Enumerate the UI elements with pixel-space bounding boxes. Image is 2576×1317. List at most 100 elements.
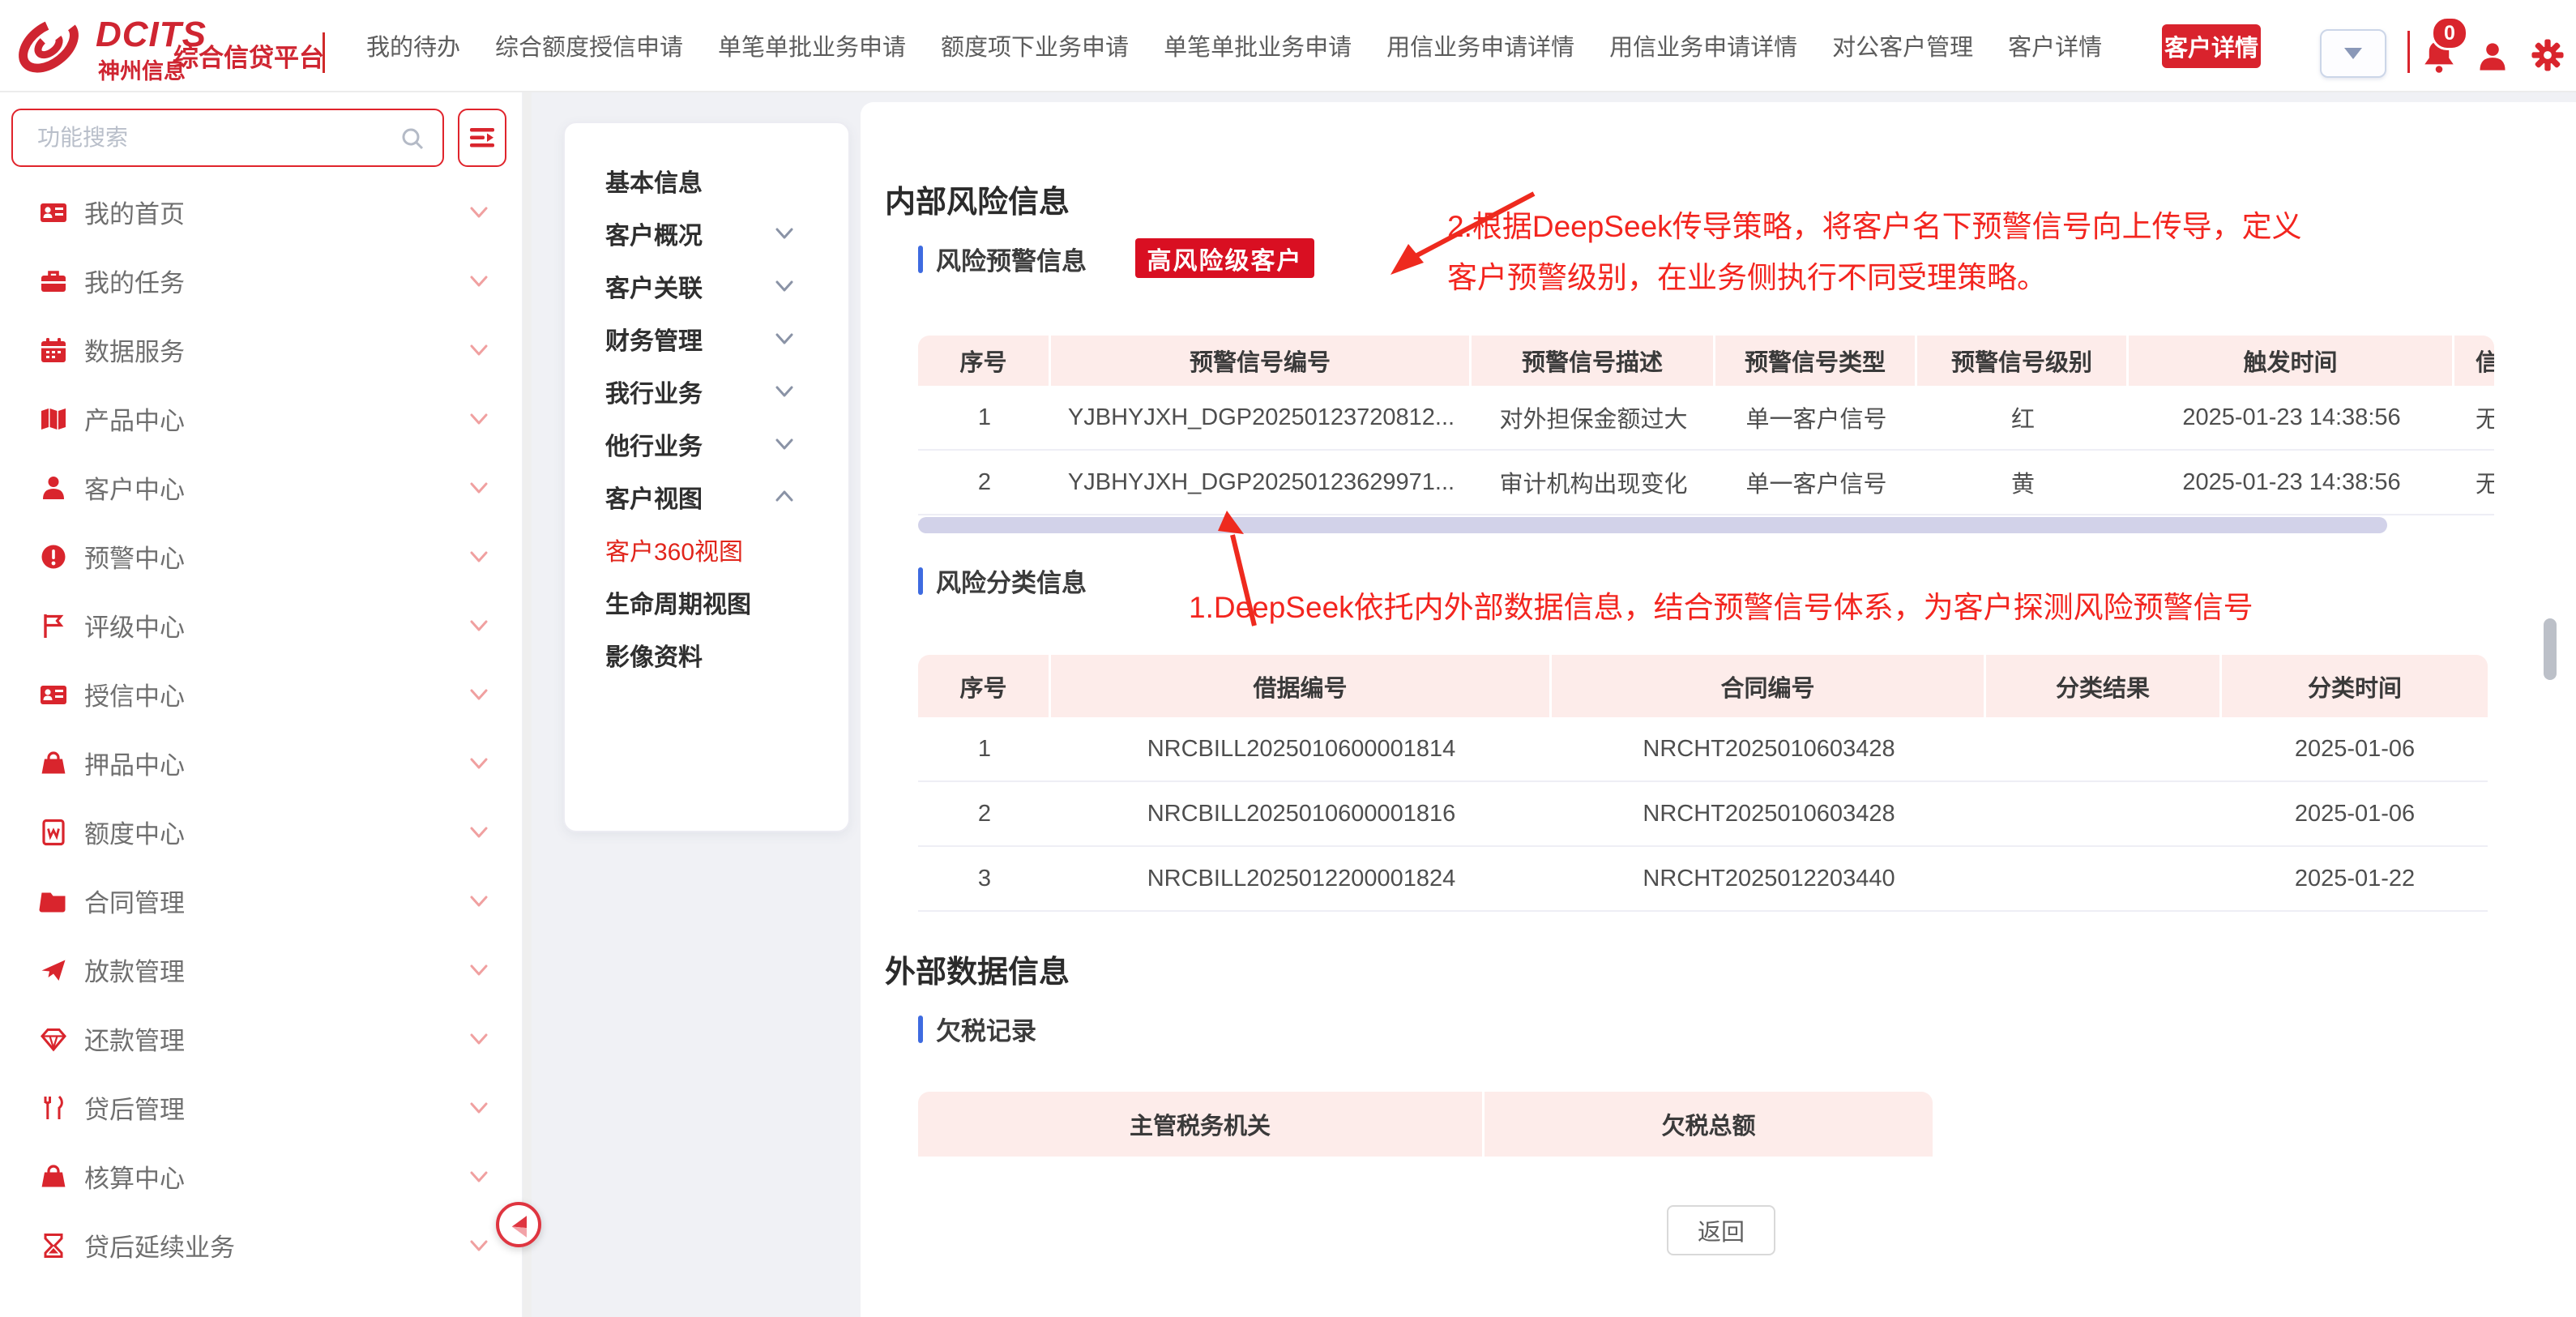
search-input[interactable] [13, 110, 442, 165]
sidebar-collapse-button[interactable] [496, 1202, 541, 1247]
submenu-item-8[interactable]: 生命周期视图 [565, 575, 848, 628]
brand-name-cn: 神州信息 [98, 53, 186, 85]
submenu-item-9[interactable]: 影像资料 [565, 628, 848, 681]
table-cell: 单一客户信号 [1715, 451, 1917, 514]
nav-tab-6[interactable]: 用信业务申请详情 [1609, 28, 1797, 62]
table-row: 2NRCBILL2025010600001816NRCHT20250106034… [918, 782, 2488, 847]
table-header-cell: 预警信号级别 [1917, 336, 2129, 386]
sidebar-item-label: 授信中心 [84, 676, 185, 712]
sidebar-item-8[interactable]: 押品中心 [0, 729, 522, 797]
submenu-item-2[interactable]: 客户关联 [565, 259, 848, 312]
nav-dropdown-button[interactable] [2320, 29, 2386, 78]
submenu-item-7[interactable]: 客户360视图 [565, 523, 848, 575]
chevron-down-icon [774, 328, 795, 349]
table-header-cell: 预警信号描述 [1472, 336, 1715, 386]
sidebar-item-10[interactable]: 合同管理 [0, 866, 522, 935]
annotation-note-2: 2.根据DeepSeek传导策略，将客户名下预警信号向上传导，定义 客户预警级别… [1447, 201, 2302, 303]
nav-tab-7[interactable]: 对公客户管理 [1832, 28, 1973, 62]
submenu-item-4[interactable]: 我行业务 [565, 365, 848, 417]
user-icon[interactable] [2476, 39, 2509, 75]
menu-toggle-button[interactable] [458, 109, 506, 167]
customer-submenu-card: 基本信息客户概况客户关联财务管理我行业务他行业务客户视图客户360视图生命周期视… [563, 122, 850, 832]
table-cell: 2 [918, 782, 1051, 845]
hourglass-icon [39, 1231, 68, 1260]
table-header-row: 主管税务机关欠税总额 [918, 1092, 1933, 1157]
arrow-left-icon [502, 1208, 535, 1241]
sidebar-item-4[interactable]: 客户中心 [0, 453, 522, 522]
table-cell: NRCHT2025010603428 [1552, 782, 1986, 845]
chevron-down-icon [468, 271, 489, 292]
sidebar-item-12[interactable]: 还款管理 [0, 1004, 522, 1073]
nav-tab-active[interactable]: 客户详情 [2162, 24, 2261, 68]
top-nav: DCITS 神州信息 综合信贷平台 我的待办综合额度授信申请单笔单批业务申请额度… [0, 0, 2576, 92]
table-horizontal-scrollbar[interactable] [918, 517, 2387, 533]
page-scrollbar-thumb[interactable] [2544, 618, 2557, 680]
table-cell: YJBHYJXH_DGP20250123629971... [1051, 451, 1472, 514]
sidebar: 我的首页我的任务数据服务产品中心客户中心预警中心评级中心授信中心押品中心额度中心… [0, 91, 522, 1317]
submenu-item-6[interactable]: 客户视图 [565, 470, 848, 523]
sidebar-item-label: 合同管理 [84, 883, 185, 919]
nav-tab-8[interactable]: 客户详情 [2008, 28, 2102, 62]
table-cell: 无 [2454, 386, 2494, 449]
person-icon [39, 473, 68, 502]
logo-divider [323, 32, 325, 73]
dcits-logo-icon [11, 10, 86, 81]
sidebar-item-label: 客户中心 [84, 469, 185, 506]
risk-classification-section-title: 风险分类信息 [918, 562, 1087, 599]
risk-warning-section-title: 风险预警信息 [918, 241, 1087, 277]
sidebar-scrollbar[interactable] [523, 91, 532, 1317]
sidebar-item-3[interactable]: 产品中心 [0, 384, 522, 453]
high-risk-badge: 高风险级客户 [1135, 238, 1314, 278]
settings-gear-icon[interactable] [2530, 37, 2565, 73]
nav-tab-5[interactable]: 用信业务申请详情 [1386, 28, 1574, 62]
submenu-item-label: 我行业务 [605, 374, 703, 409]
chevron-down-icon [468, 202, 489, 223]
function-search-box [11, 109, 444, 167]
table-cell: 审计机构出现变化 [1472, 451, 1715, 514]
sidebar-item-13[interactable]: 贷后管理 [0, 1073, 522, 1142]
sidebar-item-label: 放款管理 [84, 951, 185, 988]
section-bar [918, 567, 923, 595]
table-cell [1986, 847, 2222, 910]
sidebar-item-5[interactable]: 预警中心 [0, 522, 522, 591]
sidebar-item-6[interactable]: 评级中心 [0, 591, 522, 660]
tax-arrears-section-title: 欠税记录 [918, 1011, 1036, 1047]
internal-risk-title: 内部风险信息 [885, 177, 1070, 221]
chevron-down-icon [2344, 48, 2362, 59]
submenu-item-1[interactable]: 客户概况 [565, 207, 848, 259]
sidebar-item-14[interactable]: 核算中心 [0, 1142, 522, 1211]
chevron-down-icon [468, 477, 489, 498]
idcard-icon [39, 198, 68, 227]
tax-arrears-table: 主管税务机关欠税总额 [918, 1092, 1933, 1157]
table-header-cell: 触发时间 [2129, 336, 2454, 386]
sidebar-item-label: 预警中心 [84, 538, 185, 575]
sidebar-item-1[interactable]: 我的任务 [0, 246, 522, 315]
table-cell: NRCHT2025010603428 [1552, 717, 1986, 780]
chevron-down-icon [468, 822, 489, 843]
nav-tab-0[interactable]: 我的待办 [366, 28, 460, 62]
back-button[interactable]: 返回 [1667, 1205, 1775, 1255]
table-cell: 1 [918, 717, 1051, 780]
nav-tab-3[interactable]: 额度项下业务申请 [941, 28, 1129, 62]
sidebar-item-2[interactable]: 数据服务 [0, 315, 522, 384]
submenu-item-label: 财务管理 [605, 321, 703, 357]
chevron-down-icon [468, 340, 489, 361]
sidebar-item-9[interactable]: 额度中心 [0, 797, 522, 866]
notifications-button[interactable]: 0 [2420, 16, 2471, 75]
nav-tab-4[interactable]: 单笔单批业务申请 [1164, 28, 1352, 62]
nav-tab-1[interactable]: 综合额度授信申请 [495, 28, 683, 62]
nav-tab-2[interactable]: 单笔单批业务申请 [718, 28, 906, 62]
submenu-item-5[interactable]: 他行业务 [565, 417, 848, 470]
sidebar-item-15[interactable]: 贷后延续业务 [0, 1211, 522, 1280]
sidebar-item-0[interactable]: 我的首页 [0, 177, 522, 246]
menu-icon [468, 126, 496, 150]
table-cell [1986, 782, 2222, 845]
utensils-icon [39, 1093, 68, 1122]
submenu-item-label: 生命周期视图 [605, 584, 751, 620]
submenu-item-0[interactable]: 基本信息 [565, 154, 848, 207]
annotation-note-1: 1.DeepSeek依托内外部数据信息，结合预警信号体系，为客户探测风险预警信号 [1189, 582, 2253, 633]
submenu-item-3[interactable]: 财务管理 [565, 312, 848, 365]
table-cell: NRCBILL2025012200001824 [1051, 847, 1552, 910]
sidebar-item-11[interactable]: 放款管理 [0, 935, 522, 1004]
sidebar-item-7[interactable]: 授信中心 [0, 660, 522, 729]
